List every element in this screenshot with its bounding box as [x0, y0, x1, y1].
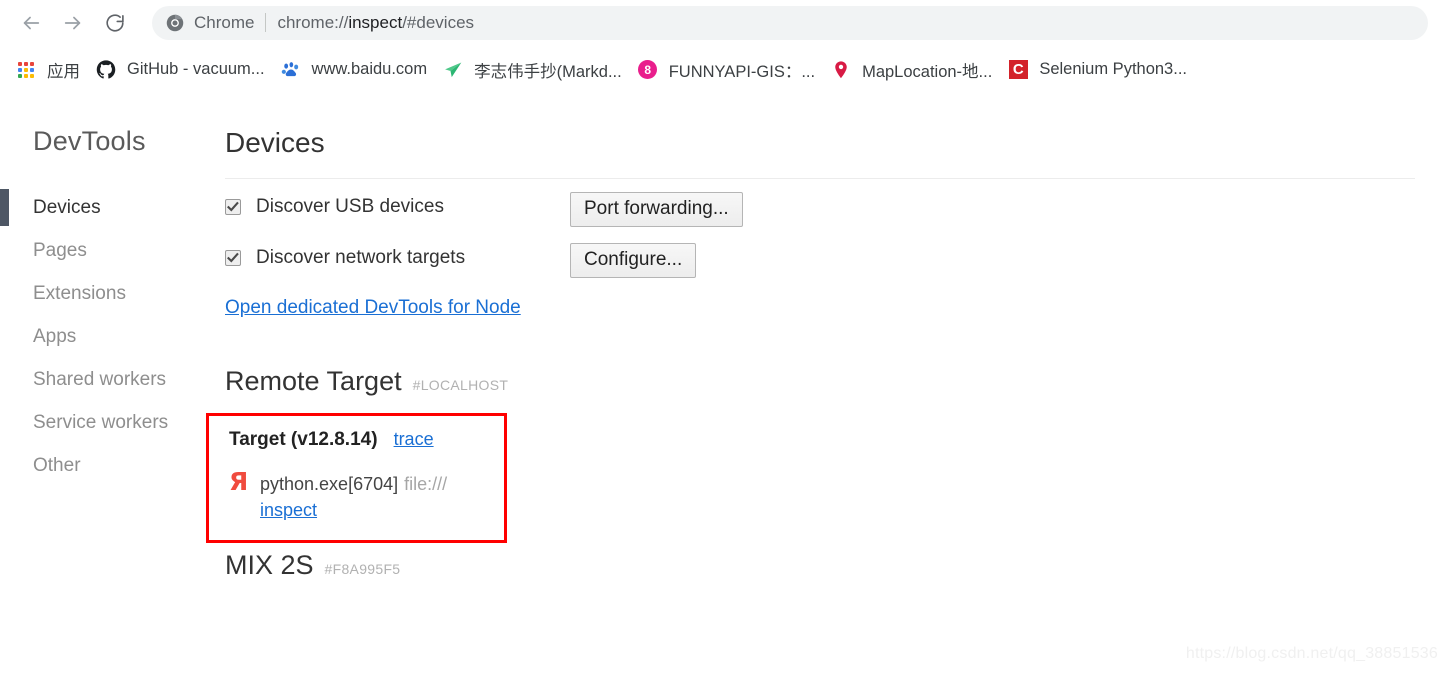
checkmark-icon: [227, 201, 239, 212]
discover-network-label: Discover network targets: [256, 247, 466, 268]
bookmark-selenium-python3[interactable]: C Selenium Python3...: [1000, 55, 1195, 85]
sidebar-item-label: Service workers: [33, 411, 169, 433]
arrow-left-icon: [20, 12, 42, 34]
reload-icon: [104, 12, 126, 34]
title-divider: [225, 178, 1415, 179]
devtools-inspect-page: DevTools Devices Pages Extensions Apps S…: [0, 94, 1444, 681]
discover-usb-row: Discover USB devices Port forwarding...: [225, 192, 985, 243]
omnibox-url-suffix: /#devices: [402, 12, 475, 32]
bookmark-label: 应用: [47, 62, 80, 81]
bookmark-label: Selenium Python3...: [1039, 60, 1187, 78]
omnibox-app-name: Chrome: [194, 12, 255, 32]
devtools-sidebar: DevTools Devices Pages Extensions Apps S…: [0, 94, 200, 681]
discover-network-checkbox[interactable]: [225, 250, 241, 266]
target-url: file:///: [404, 474, 448, 494]
page-title: Devices: [225, 127, 325, 158]
map-pin-icon: [831, 60, 851, 80]
device-id: #F8A995F5: [324, 561, 401, 577]
discover-usb-checkbox-group[interactable]: Discover USB devices: [225, 192, 570, 218]
bookmark-label: MapLocation-地...: [862, 62, 993, 81]
discover-network-row: Discover network targets Configure...: [225, 243, 985, 294]
pink-badge-8-icon: 8: [638, 60, 658, 80]
device-title: MIX 2S: [225, 550, 314, 580]
devtools-brand: DevTools: [33, 126, 146, 156]
sidebar-item-devices[interactable]: Devices: [0, 186, 200, 229]
remote-target-title: Remote Target: [225, 366, 402, 396]
address-bar[interactable]: Chrome chrome://inspect/#devices: [152, 5, 1428, 40]
bookmark-baidu[interactable]: www.baidu.com: [273, 55, 436, 85]
apps-grid-icon: [16, 60, 36, 80]
browser-toolbar: Chrome chrome://inspect/#devices: [0, 0, 1444, 45]
remote-target-id: #LOCALHOST: [412, 377, 509, 393]
discover-usb-checkbox[interactable]: [225, 199, 241, 215]
selection-indicator: [0, 189, 9, 226]
csdn-c-icon: C: [1008, 60, 1028, 80]
checkmark-icon: [227, 252, 239, 263]
paper-plane-icon: [443, 60, 463, 80]
device-heading: MIX 2S #F8A995F5: [225, 550, 400, 581]
port-forwarding-button[interactable]: Port forwarding...: [570, 192, 743, 227]
yandex-ya-icon: Я: [229, 467, 249, 496]
target-title-row: Target (v12.8.14) trace: [229, 429, 434, 451]
bookmark-maplocation[interactable]: MapLocation-地...: [823, 55, 1000, 85]
trace-link[interactable]: trace: [394, 429, 434, 450]
target-entry-text: python.exe[6704] file:/// inspect: [260, 471, 447, 523]
omnibox-url-prefix: chrome://: [277, 12, 349, 32]
bookmark-markdown-note[interactable]: 李志伟手抄(Markd...: [435, 55, 630, 85]
chrome-logo-icon: [166, 14, 184, 32]
bookmark-apps[interactable]: 应用: [8, 55, 88, 85]
sidebar-item-other[interactable]: Other: [0, 444, 200, 487]
devtools-content: Devices Discover USB devices Port forwar…: [200, 94, 1444, 681]
sidebar-item-shared-workers[interactable]: Shared workers: [0, 358, 200, 401]
bookmark-funnyapi-gis[interactable]: 8 FUNNYAPI-GIS：...: [630, 55, 823, 85]
target-highlight-box: Target (v12.8.14) trace Я python.exe[670…: [206, 413, 507, 543]
devtools-nav: Devices Pages Extensions Apps Shared wor…: [0, 186, 200, 487]
discover-usb-label: Discover USB devices: [256, 196, 444, 217]
watermark: https://blog.csdn.net/qq_38851536: [1185, 645, 1438, 662]
discovery-settings: Discover USB devices Port forwarding... …: [225, 192, 985, 294]
sidebar-item-label: Other: [33, 454, 81, 476]
reload-button[interactable]: [98, 6, 132, 40]
arrow-right-icon: [62, 12, 84, 34]
bookmark-label: www.baidu.com: [311, 60, 428, 78]
bookmark-label: FUNNYAPI-GIS：...: [668, 62, 816, 81]
sidebar-item-label: Devices: [33, 196, 101, 218]
sidebar-item-pages[interactable]: Pages: [0, 229, 200, 272]
sidebar-item-label: Extensions: [33, 282, 126, 304]
sidebar-item-label: Apps: [33, 325, 77, 347]
omnibox-url: chrome://inspect/#devices: [277, 13, 474, 33]
sidebar-item-label: Pages: [33, 239, 87, 261]
configure-button[interactable]: Configure...: [570, 243, 697, 278]
target-entry: Я python.exe[6704] file:/// inspect: [229, 467, 491, 523]
omnibox-url-host: inspect: [348, 12, 403, 32]
bookmark-label: 李志伟手抄(Markd...: [474, 62, 622, 81]
sidebar-item-extensions[interactable]: Extensions: [0, 272, 200, 315]
bookmark-github[interactable]: GitHub - vacuum...: [88, 55, 273, 85]
forward-button[interactable]: [56, 6, 90, 40]
remote-target-heading: Remote Target #LOCALHOST: [225, 366, 508, 397]
target-process-name: python.exe[6704]: [260, 474, 399, 494]
target-title: Target (v12.8.14): [229, 429, 378, 450]
open-dedicated-devtools-for-node-link[interactable]: Open dedicated DevTools for Node: [225, 297, 521, 319]
inspect-link[interactable]: inspect: [260, 497, 447, 523]
baidu-paw-icon: [281, 60, 301, 80]
github-icon: [96, 59, 116, 80]
bookmark-label: GitHub - vacuum...: [127, 60, 265, 78]
discover-network-checkbox-group[interactable]: Discover network targets: [225, 243, 570, 269]
bookmarks-bar: 应用 GitHub - vacuum... www.baidu.com 李志伟手…: [0, 45, 1444, 94]
sidebar-item-apps[interactable]: Apps: [0, 315, 200, 358]
back-button[interactable]: [14, 6, 48, 40]
omnibox-divider: [265, 13, 267, 32]
sidebar-item-label: Shared workers: [33, 368, 167, 390]
sidebar-item-service-workers[interactable]: Service workers: [0, 401, 200, 444]
